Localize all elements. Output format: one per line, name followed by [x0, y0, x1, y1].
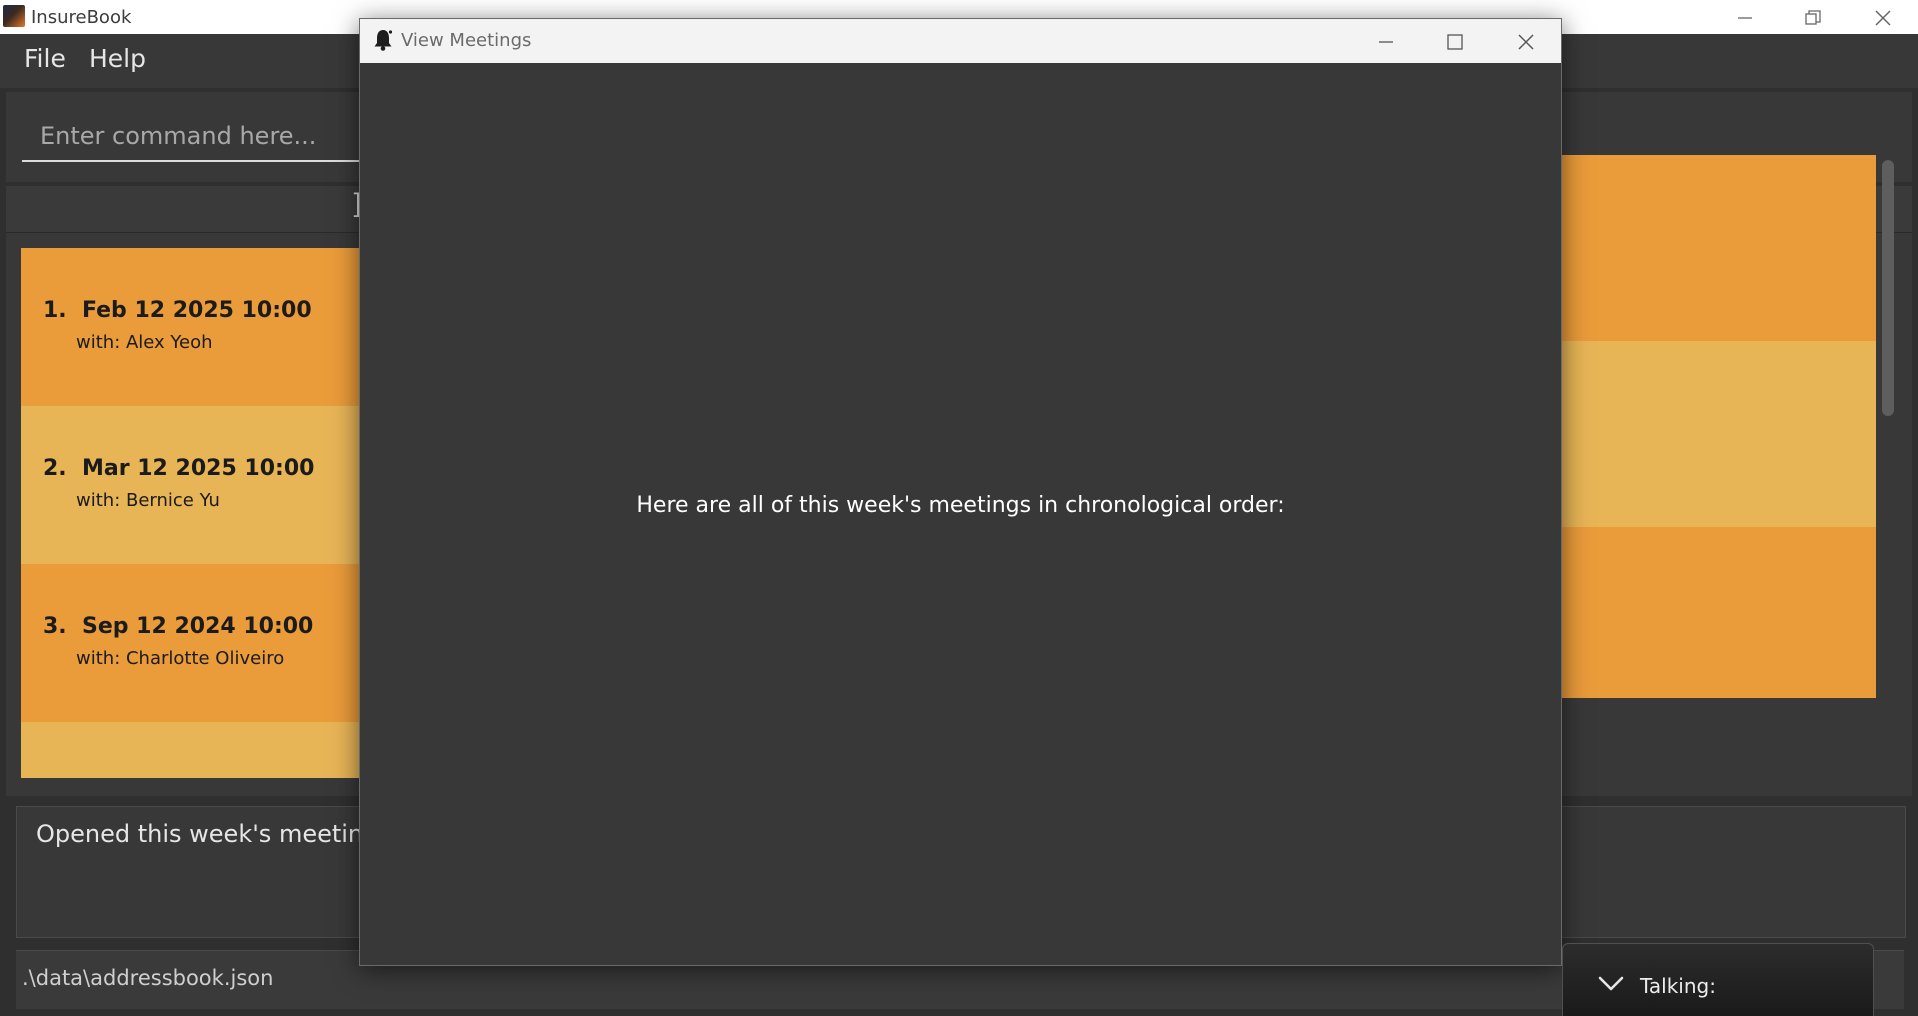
meeting-card[interactable]: 2. Mar 12 2025 10:00 with: Bernice Yu	[21, 406, 361, 564]
meeting-with: with: Charlotte Oliveiro	[76, 648, 285, 669]
list-card-right[interactable]	[1560, 341, 1876, 527]
meeting-with: with: Alex Yeoh	[76, 332, 213, 353]
meeting-card[interactable]	[21, 722, 361, 778]
list-card-right[interactable]	[1560, 155, 1876, 341]
window-title: InsureBook	[31, 7, 132, 28]
modal-close-icon[interactable]	[1491, 19, 1561, 63]
minimize-icon[interactable]	[1710, 0, 1780, 34]
meeting-datetime: 3. Sep 12 2024 10:00	[43, 614, 314, 639]
meeting-datetime: 1. Feb 12 2025 10:00	[43, 298, 312, 323]
meeting-card[interactable]: 1. Feb 12 2025 10:00 with: Alex Yeoh	[21, 248, 361, 406]
modal-minimize-icon[interactable]	[1351, 19, 1421, 63]
view-meetings-window: View Meetings Here are all of this week'…	[359, 18, 1562, 966]
list-card-right[interactable]	[1560, 527, 1876, 698]
app-logo-icon	[3, 5, 25, 27]
modal-maximize-icon[interactable]	[1420, 19, 1490, 63]
meeting-card[interactable]: 3. Sep 12 2024 10:00 with: Charlotte Oli…	[21, 564, 361, 722]
status-file-path: .\data\addressbook.json	[22, 966, 274, 990]
modal-title: View Meetings	[401, 30, 532, 51]
menu-help[interactable]: Help	[89, 44, 146, 73]
talking-label: Talking:	[1640, 974, 1716, 998]
modal-message: Here are all of this week's meetings in …	[636, 493, 1285, 518]
list-scrollbar[interactable]	[1882, 160, 1894, 416]
meeting-datetime: 2. Mar 12 2025 10:00	[43, 456, 315, 481]
result-text: Opened this week's meetings	[36, 820, 391, 848]
close-icon[interactable]	[1848, 0, 1918, 34]
restore-icon[interactable]	[1778, 0, 1848, 34]
meeting-with: with: Bernice Yu	[76, 490, 220, 511]
chevron-down-icon[interactable]	[1596, 972, 1626, 996]
bell-icon	[370, 27, 396, 53]
menu-file[interactable]: File	[24, 44, 66, 73]
